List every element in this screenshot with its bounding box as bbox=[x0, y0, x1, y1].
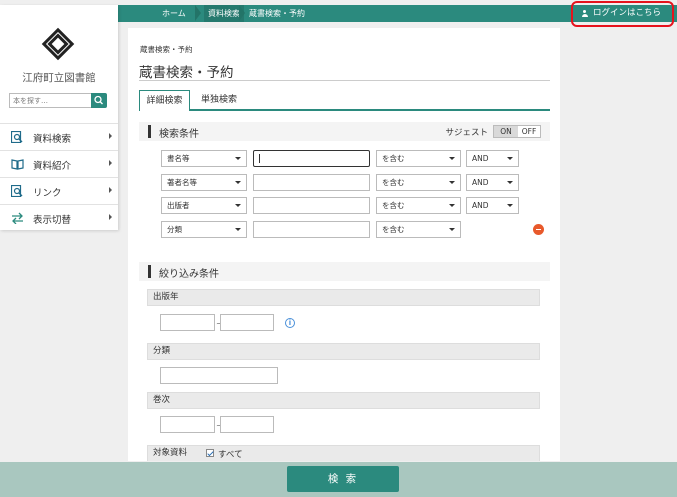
toggle-off[interactable]: OFF bbox=[518, 126, 540, 137]
chevron-down-icon bbox=[507, 204, 513, 207]
chevron-down-icon bbox=[449, 157, 455, 160]
sidebar-item-label: 資料検索 bbox=[33, 134, 72, 145]
sidebar-item-introduction[interactable]: 資料紹介 bbox=[0, 150, 118, 176]
login-highlight-outline bbox=[571, 1, 674, 27]
breadcrumb-current: 蔵書検索・予約 bbox=[249, 9, 305, 18]
chevron-down-icon bbox=[449, 181, 455, 184]
search-submit-button[interactable]: 検 索 bbox=[287, 466, 399, 492]
field-select[interactable]: 著者名等 bbox=[161, 174, 247, 191]
operator-select[interactable]: AND bbox=[466, 150, 519, 167]
section-marker bbox=[148, 265, 151, 278]
toggle-on[interactable]: ON bbox=[494, 126, 518, 137]
publication-year-header: 出版年 bbox=[147, 289, 540, 306]
page-title: 蔵書検索・予約 bbox=[139, 65, 234, 81]
switch-arrows-icon bbox=[12, 212, 23, 224]
sidebar-item-search[interactable]: 資料検索 bbox=[0, 123, 118, 149]
chevron-down-icon bbox=[449, 228, 455, 231]
bottom-action-bar: 検 索 bbox=[0, 462, 677, 497]
chevron-right-icon bbox=[109, 214, 112, 220]
section-marker bbox=[148, 125, 151, 138]
library-logo-icon bbox=[41, 27, 75, 61]
match-select[interactable]: を含む bbox=[376, 221, 461, 238]
keyword-input[interactable] bbox=[253, 174, 370, 191]
sidebar-item-links[interactable]: リンク bbox=[0, 177, 118, 203]
field-select[interactable]: 出版者 bbox=[161, 197, 247, 214]
chevron-down-icon bbox=[507, 157, 513, 160]
chevron-down-icon bbox=[449, 204, 455, 207]
section-title: 検索条件 bbox=[159, 129, 199, 140]
search-button[interactable] bbox=[91, 93, 107, 108]
chevron-down-icon bbox=[507, 181, 513, 184]
operator-select[interactable]: AND bbox=[466, 174, 519, 191]
keyword-input[interactable] bbox=[253, 221, 370, 238]
field-select[interactable]: 書名等 bbox=[161, 150, 247, 167]
chevron-down-icon bbox=[235, 228, 241, 231]
match-select[interactable]: を含む bbox=[376, 174, 461, 191]
divider bbox=[139, 80, 550, 81]
breadcrumb-separator bbox=[195, 5, 201, 21]
chevron-right-icon bbox=[109, 187, 112, 193]
search-icon bbox=[94, 95, 103, 105]
suggest-toggle[interactable]: ON OFF bbox=[493, 125, 541, 138]
search-book-icon bbox=[11, 131, 23, 143]
sidebar-item-label: 資料紹介 bbox=[33, 161, 72, 172]
main-panel: 蔵書検索・予約 蔵書検索・予約 詳細検索 単独検索 検索条件 サジェスト ON … bbox=[128, 28, 560, 461]
volume-header: 巻次 bbox=[147, 392, 540, 409]
tab-bar: 詳細検索 単独検索 bbox=[139, 90, 550, 111]
year-from-input[interactable] bbox=[160, 314, 215, 331]
open-book-icon bbox=[11, 159, 24, 170]
search-conditions-header: 検索条件 サジェスト ON OFF bbox=[139, 122, 550, 141]
chevron-down-icon bbox=[235, 157, 241, 160]
remove-row-button[interactable] bbox=[533, 224, 544, 235]
section-title: 絞り込み条件 bbox=[159, 269, 219, 280]
page-subtitle: 蔵書検索・予約 bbox=[140, 45, 193, 54]
keyword-input[interactable] bbox=[253, 197, 370, 214]
target-all-label: すべて bbox=[218, 450, 243, 460]
breadcrumb-home[interactable]: ホーム bbox=[162, 5, 186, 22]
chevron-right-icon bbox=[109, 133, 112, 139]
sidebar-item-display-toggle[interactable]: 表示切替 bbox=[0, 204, 118, 230]
target-all-checkbox[interactable] bbox=[206, 449, 214, 457]
tab-simple-search[interactable]: 単独検索 bbox=[199, 90, 239, 111]
operator-select[interactable]: AND bbox=[466, 197, 519, 214]
field-select[interactable]: 分類 bbox=[161, 221, 247, 238]
volume-from-input[interactable] bbox=[160, 416, 215, 433]
keyword-input[interactable] bbox=[253, 150, 370, 167]
breadcrumb-search[interactable]: 資料検索 bbox=[204, 5, 244, 22]
suggest-label: サジェスト bbox=[445, 128, 488, 138]
sidebar: 江府町立図書館 資料検索 資料紹介 リンク bbox=[0, 5, 118, 230]
chevron-down-icon bbox=[235, 181, 241, 184]
search-input[interactable] bbox=[9, 93, 92, 108]
chevron-down-icon bbox=[235, 204, 241, 207]
chevron-right-icon bbox=[109, 160, 112, 166]
classification-header: 分類 bbox=[147, 343, 540, 360]
match-select[interactable]: を含む bbox=[376, 150, 461, 167]
sidebar-item-label: 表示切替 bbox=[33, 215, 72, 226]
year-to-input[interactable] bbox=[220, 314, 274, 331]
info-icon[interactable]: i bbox=[285, 318, 295, 328]
breadcrumb-separator bbox=[239, 5, 245, 21]
classification-input[interactable] bbox=[160, 367, 278, 384]
link-search-icon bbox=[11, 185, 23, 197]
refine-conditions-header: 絞り込み条件 bbox=[139, 262, 550, 281]
sidebar-item-label: リンク bbox=[33, 188, 62, 199]
volume-to-input[interactable] bbox=[220, 416, 274, 433]
match-select[interactable]: を含む bbox=[376, 197, 461, 214]
library-name: 江府町立図書館 bbox=[22, 72, 96, 84]
target-material-label: 対象資料 bbox=[153, 448, 188, 458]
tab-advanced-search[interactable]: 詳細検索 bbox=[139, 90, 190, 111]
